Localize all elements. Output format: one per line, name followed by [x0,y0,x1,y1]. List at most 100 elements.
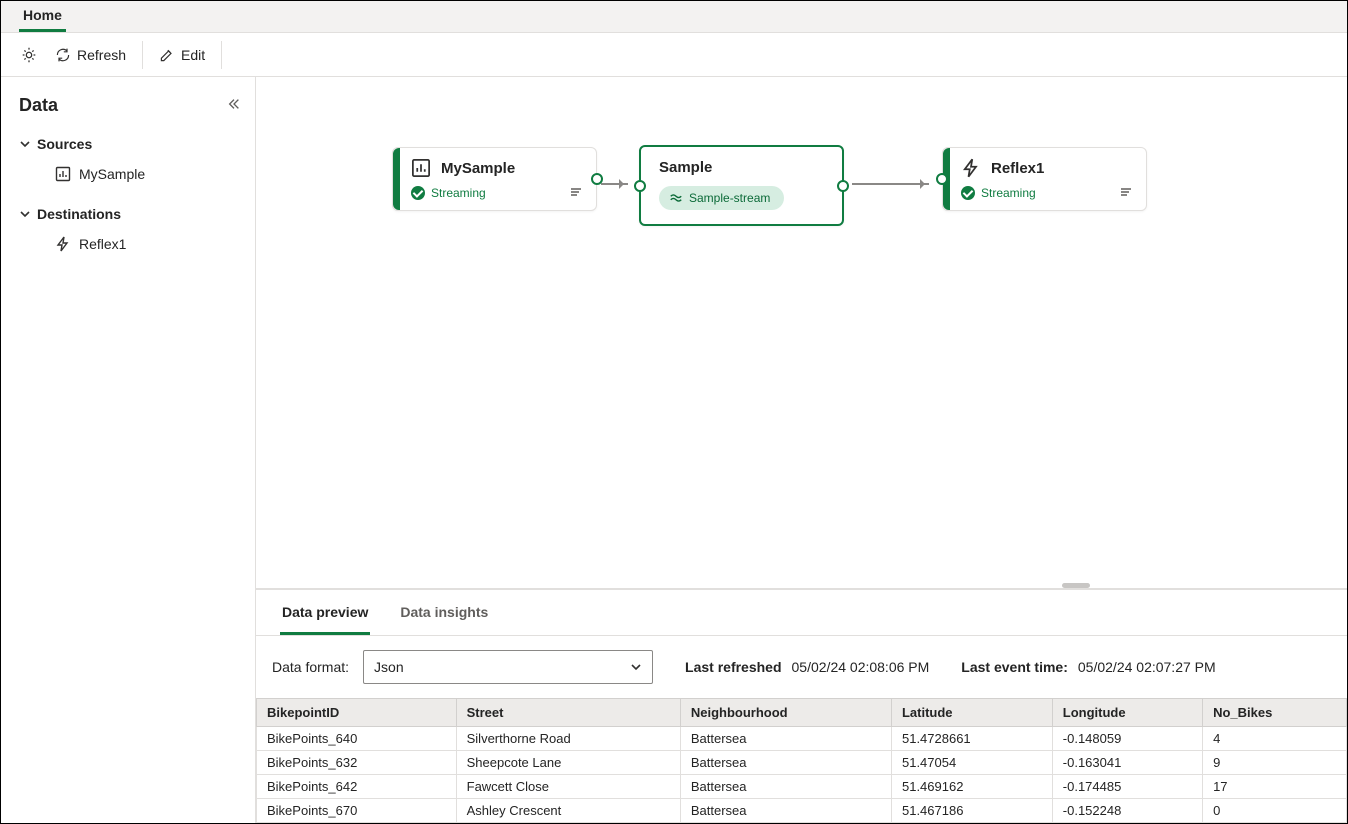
lightning-icon [961,158,981,178]
table-header[interactable]: BikepointID [257,699,457,727]
table-cell: Battersea [680,799,891,823]
table-header[interactable]: Longitude [1052,699,1202,727]
node-menu-button[interactable] [568,184,584,200]
bottom-panel: Data preview Data insights Data format: … [256,589,1347,823]
toolbar-separator [221,41,222,69]
table-cell: 51.467186 [891,799,1052,823]
refresh-button[interactable]: Refresh [49,39,132,71]
table-cell: -0.152248 [1052,799,1202,823]
ribbon-tabstrip: Home [1,1,1347,33]
table-cell: 9 [1203,751,1347,775]
chart-icon [55,166,71,182]
table-cell: 51.469162 [891,775,1052,799]
table-cell: Battersea [680,775,891,799]
tree-item-mysample[interactable]: MySample [19,158,247,190]
chevron-down-icon [19,208,31,220]
chevron-down-icon [19,138,31,150]
canvas[interactable]: MySample Streaming [256,77,1347,589]
table-header[interactable]: Neighbourhood [680,699,891,727]
table-cell: Battersea [680,727,891,751]
last-refreshed-label: Last refreshed [685,659,781,675]
collapse-panel-button[interactable] [227,97,241,111]
tree-group-destinations[interactable]: Destinations [19,200,247,228]
node-title: Reflex1 [991,160,1044,177]
panel-resize-handle[interactable] [1062,583,1090,588]
lightning-icon [55,236,71,252]
data-table: BikepointIDStreetNeighbourhoodLatitudeLo… [256,698,1347,823]
edge [852,183,929,185]
tab-data-insights[interactable]: Data insights [398,590,490,635]
table-row[interactable]: BikePoints_640Silverthorne RoadBattersea… [257,727,1347,751]
chart-icon [411,158,431,178]
table-cell: BikePoints_670 [257,799,457,823]
node-sample[interactable]: Sample Sample-stream [639,145,844,226]
table-row[interactable]: BikePoints_632Sheepcote LaneBattersea51.… [257,751,1347,775]
table-cell: -0.174485 [1052,775,1202,799]
port-in[interactable] [936,173,948,185]
edit-button[interactable]: Edit [153,39,211,71]
table-cell: BikePoints_632 [257,751,457,775]
chevron-double-left-icon [227,97,241,111]
stream-chip-label: Sample-stream [689,191,770,205]
refresh-icon [55,47,71,63]
table-header[interactable]: No_Bikes [1203,699,1347,727]
table-cell: 4 [1203,727,1347,751]
settings-button[interactable] [13,39,45,71]
tab-home[interactable]: Home [19,1,66,32]
last-refreshed-value: 05/02/24 02:08:06 PM [792,659,930,675]
menu-icon [1118,184,1134,200]
port-in[interactable] [634,180,646,192]
tree-item-label: MySample [79,166,145,182]
table-row[interactable]: BikePoints_670Ashley CrescentBattersea51… [257,799,1347,823]
table-cell: 51.47054 [891,751,1052,775]
edit-icon [159,47,175,63]
toolbar: Refresh Edit [1,33,1347,77]
port-out[interactable] [591,173,603,185]
tab-data-preview[interactable]: Data preview [280,590,370,635]
edge [601,183,628,185]
node-source[interactable]: MySample Streaming [392,147,597,211]
stream-icon [669,191,683,205]
node-title: MySample [441,160,515,177]
node-title: Sample [659,159,712,176]
table-row[interactable]: BikePoints_642Fawcett CloseBattersea51.4… [257,775,1347,799]
table-cell: 0 [1203,799,1347,823]
tree-item-label: Reflex1 [79,236,126,252]
table-cell: Battersea [680,751,891,775]
menu-icon [568,184,584,200]
gear-icon [20,46,38,64]
edit-label: Edit [181,47,205,63]
data-format-select[interactable]: Json [363,650,653,684]
last-event-value: 05/02/24 02:07:27 PM [1078,659,1216,675]
node-status-label: Streaming [431,186,486,200]
node-accent [393,148,400,210]
table-cell: Silverthorne Road [456,727,680,751]
node-dest[interactable]: Reflex1 Streaming [942,147,1147,211]
chevron-down-icon [630,661,642,673]
table-cell: 51.4728661 [891,727,1052,751]
table-cell: Ashley Crescent [456,799,680,823]
table-cell: Fawcett Close [456,775,680,799]
table-cell: BikePoints_640 [257,727,457,751]
table-cell: 17 [1203,775,1347,799]
status-ok-icon [411,186,425,200]
table-cell: BikePoints_642 [257,775,457,799]
table-header[interactable]: Street [456,699,680,727]
data-format-value: Json [374,659,404,675]
table-cell: Sheepcote Lane [456,751,680,775]
table-cell: -0.163041 [1052,751,1202,775]
tree-group-sources[interactable]: Sources [19,130,247,158]
table-cell: -0.148059 [1052,727,1202,751]
toolbar-separator [142,41,143,69]
data-format-label: Data format: [272,659,349,675]
port-out[interactable] [837,180,849,192]
status-ok-icon [961,186,975,200]
panel-title: Data [19,95,247,116]
left-panel: Data Sources [1,77,256,823]
stream-chip[interactable]: Sample-stream [659,186,784,210]
node-menu-button[interactable] [1118,184,1134,200]
tree-item-reflex1[interactable]: Reflex1 [19,228,247,260]
table-header[interactable]: Latitude [891,699,1052,727]
tree-group-label: Sources [37,136,92,152]
node-status-label: Streaming [981,186,1036,200]
